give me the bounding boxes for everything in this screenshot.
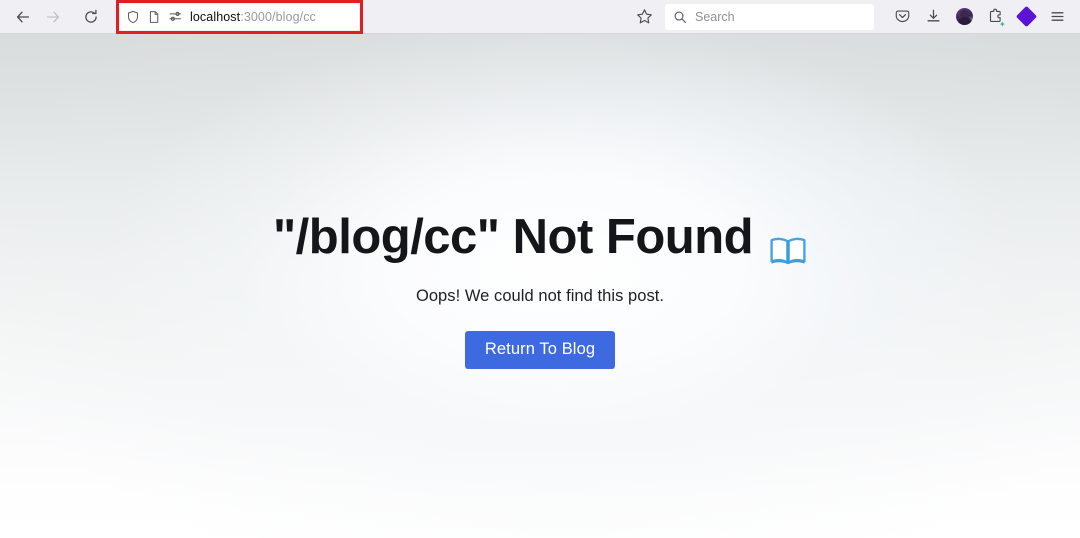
account-button[interactable]	[950, 3, 979, 31]
extension-update-badge: ✦	[999, 19, 1006, 29]
url-bar[interactable]: localhost:3000/blog/cc	[120, 3, 359, 30]
bookmark-button[interactable]	[629, 3, 659, 31]
arrow-right-icon	[46, 11, 60, 22]
diamond-extension-icon	[1015, 5, 1038, 28]
search-input-placeholder[interactable]: Search	[695, 10, 735, 24]
star-icon	[636, 9, 652, 24]
url-host: localhost	[190, 9, 241, 24]
downloads-button[interactable]	[919, 3, 948, 31]
reload-icon	[85, 9, 97, 23]
back-button[interactable]	[8, 3, 38, 31]
return-to-blog-button[interactable]: Return To Blog	[464, 331, 616, 369]
search-bar[interactable]: Search	[665, 3, 874, 30]
pocket-icon	[895, 10, 910, 23]
open-book-icon	[769, 222, 807, 265]
search-icon	[674, 11, 686, 23]
page-viewport: "/blog/cc" Not Found Oops! We could not …	[0, 34, 1080, 538]
diamond-extension-button[interactable]	[1012, 3, 1041, 31]
page-icon[interactable]	[147, 10, 161, 24]
pocket-button[interactable]	[888, 3, 917, 31]
avatar	[956, 8, 973, 25]
shield-icon[interactable]	[126, 10, 140, 24]
url-path: :3000/blog/cc	[240, 9, 316, 24]
toolbar-right-group: ✦	[888, 3, 1072, 31]
arrow-left-icon	[16, 11, 30, 22]
url-bar-container[interactable]: localhost:3000/blog/cc	[116, 0, 363, 34]
extensions-button[interactable]: ✦	[981, 3, 1010, 31]
browser-toolbar: localhost:3000/blog/cc Search ✦	[0, 0, 1080, 34]
url-text[interactable]: localhost:3000/blog/cc	[190, 10, 316, 24]
download-icon	[927, 9, 940, 22]
forward-button[interactable]	[38, 3, 68, 31]
not-found-content: "/blog/cc" Not Found Oops! We could not …	[0, 34, 1080, 538]
sliders-icon[interactable]	[168, 9, 183, 24]
page-title-text: "/blog/cc" Not Found	[272, 210, 754, 264]
hamburger-menu-icon	[1051, 12, 1064, 21]
app-menu-button[interactable]	[1043, 3, 1072, 31]
page-subtitle: Oops! We could not find this post.	[415, 287, 665, 306]
page-title: "/blog/cc" Not Found	[273, 209, 807, 265]
reload-button[interactable]	[76, 3, 106, 31]
